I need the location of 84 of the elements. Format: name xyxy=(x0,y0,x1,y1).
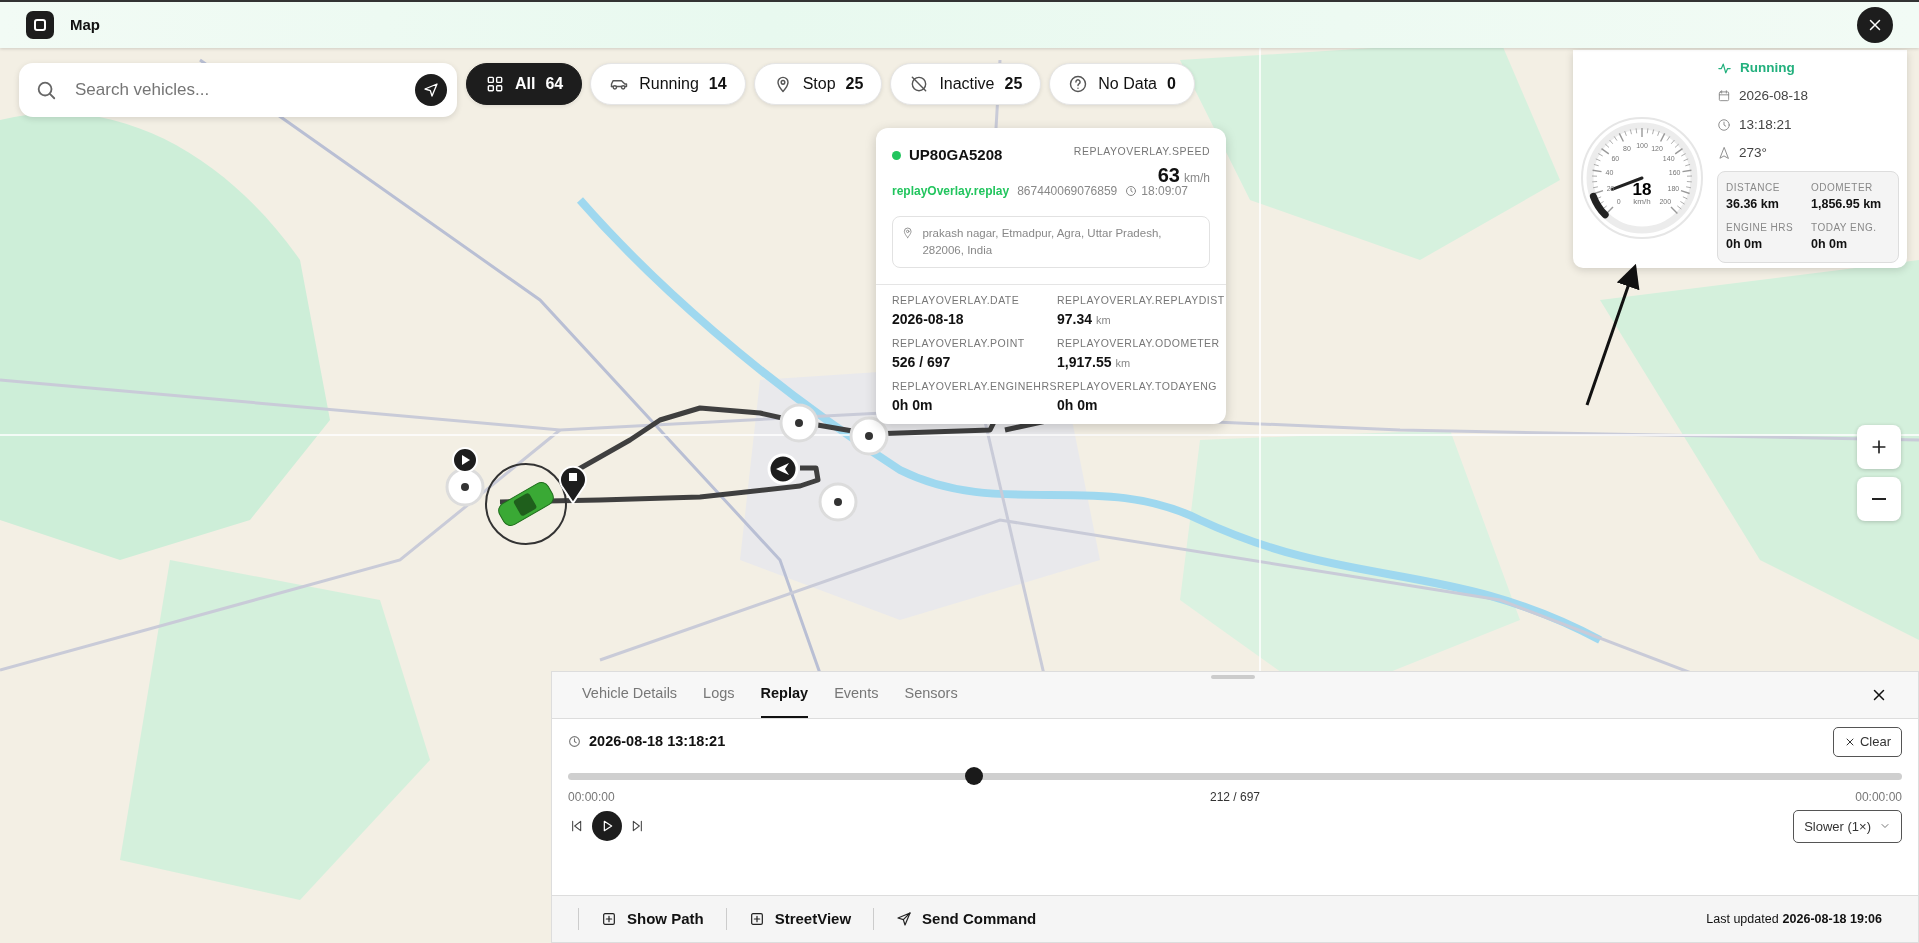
imei-number: 867440069076859 xyxy=(1017,182,1118,200)
last-updated-value: 2026-08-18 19:06 xyxy=(1782,910,1882,928)
plus-square-icon xyxy=(601,911,617,927)
clear-button[interactable]: Clear xyxy=(1832,727,1902,757)
vehicle-status: Running xyxy=(1740,59,1795,77)
clock-icon xyxy=(1125,184,1138,197)
field-value: 0h 0m xyxy=(1057,395,1098,415)
stat-value: 0h 0m xyxy=(1726,235,1764,253)
gauge-speed-value: 18 xyxy=(1632,180,1652,199)
search-field[interactable]: Search vehicles... xyxy=(19,63,457,117)
locate-button[interactable] xyxy=(415,74,447,106)
field-label: REPLAYOVERLAY.REPLAYDIST xyxy=(1057,293,1225,309)
stat-value: 1,856.95 km xyxy=(1811,196,1883,213)
minus-icon xyxy=(1872,498,1886,500)
heading-arrow-icon xyxy=(1717,145,1731,160)
field-value: 97.34 xyxy=(1057,310,1093,329)
play-button[interactable] xyxy=(592,811,622,842)
stat-label: ENGINE HRS xyxy=(1726,220,1795,235)
field-label: REPLAYOVERLAY.POINT xyxy=(892,336,1026,351)
stat-value: 36.36 km xyxy=(1726,196,1780,213)
field-value: 1,917.55 xyxy=(1057,352,1112,372)
last-updated-label: Last updated xyxy=(1706,910,1779,928)
location-marker[interactable] xyxy=(779,403,819,443)
calendar-icon xyxy=(1717,89,1731,104)
stop-pin-marker[interactable] xyxy=(559,465,587,504)
filter-chip[interactable]: All 64 xyxy=(466,63,583,105)
field-unit: km xyxy=(1115,355,1131,371)
filter-chip[interactable]: Running 14 xyxy=(590,63,746,105)
drag-handle[interactable] xyxy=(1211,675,1255,679)
panel-tab[interactable]: Events xyxy=(834,672,879,718)
action-button[interactable]: Show Path xyxy=(578,907,726,931)
heading-value: 273° xyxy=(1739,143,1767,162)
field-label: REPLAYOVERLAY.ENGINEHRS xyxy=(892,378,1057,394)
start-time: 00:00:00 xyxy=(568,788,615,806)
field-label: REPLAYOVERLAY.TODAYENG xyxy=(1057,378,1218,394)
grid-icon xyxy=(485,74,505,94)
close-button[interactable] xyxy=(1857,7,1893,43)
clock-icon xyxy=(1717,117,1731,132)
search-icon xyxy=(35,79,57,101)
replay-slider-thumb[interactable] xyxy=(964,766,983,785)
stat-label: TODAY ENG. xyxy=(1811,220,1878,235)
status-time: 13:18:21 xyxy=(1739,115,1792,134)
location-marker[interactable] xyxy=(818,482,858,522)
field-value: 2026-08-18 xyxy=(892,310,964,329)
replay-mode-label: replayOverlay.replay xyxy=(892,182,1010,200)
speed-label: REPLAYOVERLAY.SPEED xyxy=(1073,144,1210,159)
location-marker[interactable] xyxy=(849,416,889,456)
filter-chip[interactable]: Inactive 25 xyxy=(890,63,1042,105)
panel-tab[interactable]: Logs xyxy=(703,672,735,718)
field-unit: km xyxy=(1096,313,1111,328)
address-text: prakash nagar, Etmadpur, Agra, Uttar Pradesh, 282006, India xyxy=(922,225,1163,258)
gauge-unit-label: km/h xyxy=(1633,197,1651,206)
navigation-arrow-icon xyxy=(423,82,439,98)
stat-label: ODOMETER xyxy=(1811,181,1874,195)
end-time: 00:00:00 xyxy=(1855,788,1902,806)
panel-tab[interactable]: Replay xyxy=(760,672,809,718)
location-pin-icon xyxy=(901,224,915,240)
stat-value: 0h 0m xyxy=(1811,235,1849,253)
vehicle-direction-marker[interactable] xyxy=(767,453,799,485)
stat-label: DISTANCE xyxy=(1726,181,1781,195)
field-value: 526 / 697 xyxy=(892,352,951,372)
action-button[interactable]: Send Command xyxy=(873,907,1059,931)
page-title: Map xyxy=(70,14,100,35)
panel-tab[interactable]: Sensors xyxy=(904,672,958,718)
filter-chip[interactable]: Stop 25 xyxy=(753,63,883,105)
replay-timestamp: 2026-08-18 13:18:21 xyxy=(589,731,726,751)
plus-square-icon xyxy=(748,911,765,927)
zoom-in-button[interactable] xyxy=(1857,425,1901,469)
panel-tab[interactable]: Vehicle Details xyxy=(582,672,678,718)
question-circle-icon xyxy=(1068,74,1089,94)
search-input[interactable]: Search vehicles... xyxy=(73,76,399,104)
field-value: 0h 0m xyxy=(892,395,933,415)
vehicle-car-marker[interactable] xyxy=(485,463,567,545)
send-icon xyxy=(896,911,913,927)
vehicle-plate: UP80GA5208 xyxy=(909,145,1003,165)
field-label: REPLAYOVERLAY.ODOMETER xyxy=(1057,336,1221,351)
filter-chip[interactable]: No Data 0 xyxy=(1049,63,1195,105)
action-button[interactable]: StreetView xyxy=(725,907,874,931)
field-label: REPLAYOVERLAY.DATE xyxy=(892,293,1021,309)
clock-icon xyxy=(568,735,581,749)
point-counter: 212 / 697 xyxy=(1209,788,1260,806)
app-logo-icon xyxy=(26,11,54,39)
playback-speed-dropdown[interactable]: Slower (1×) xyxy=(1793,809,1902,843)
status-date: 2026-08-18 xyxy=(1739,87,1809,106)
